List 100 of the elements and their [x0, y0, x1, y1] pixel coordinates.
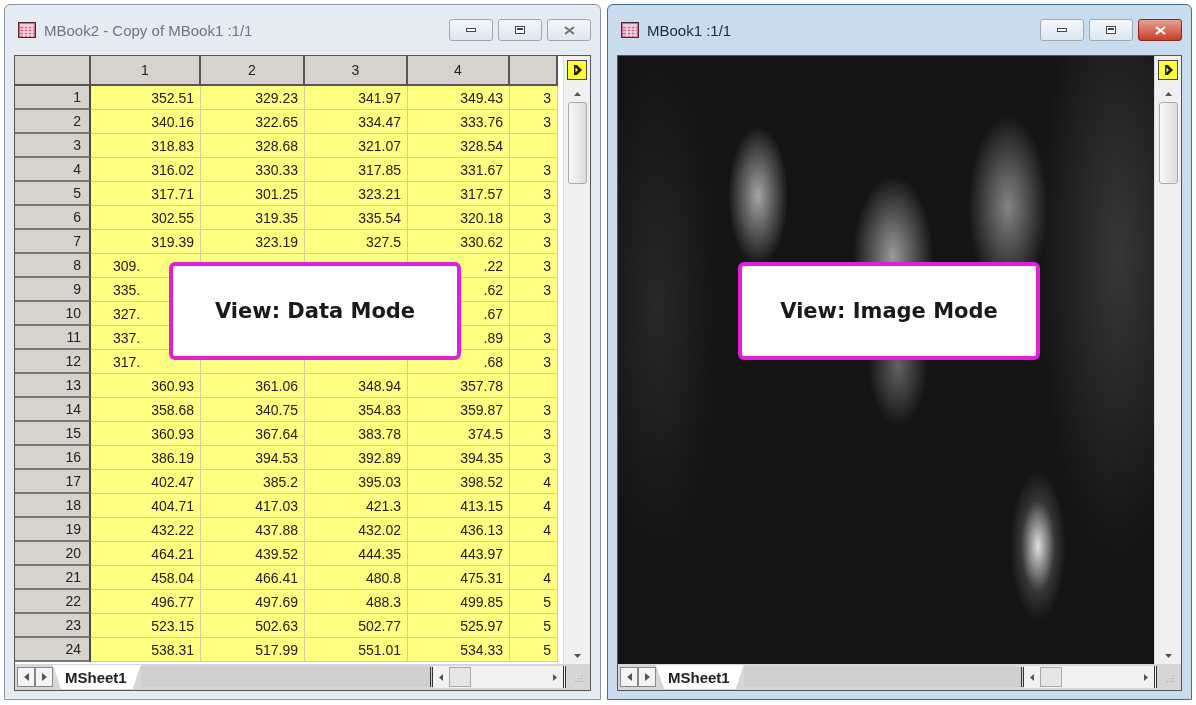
table-cell: 340.16	[91, 110, 201, 134]
down-arrow-icon	[1164, 654, 1172, 658]
horizontal-scrollbar[interactable]	[1024, 666, 1157, 688]
table-cell: 464.21	[91, 542, 201, 566]
right-arrow-icon	[1144, 673, 1148, 681]
row-header[interactable]: 17	[15, 470, 91, 494]
previous-sheet-button[interactable]	[17, 667, 35, 687]
vertical-scrollbar[interactable]	[563, 56, 590, 664]
table-cell: 437.88	[201, 518, 305, 542]
row-header[interactable]: 2	[15, 110, 91, 134]
size-grip-icon	[573, 672, 583, 682]
column-header[interactable]: 1	[91, 56, 201, 86]
down-arrow-icon	[573, 654, 581, 658]
row-header[interactable]: 13	[15, 374, 91, 398]
table-cell	[510, 542, 558, 566]
scroll-thumb[interactable]	[567, 102, 587, 184]
table-cell: 327.5	[305, 230, 408, 254]
table-cell: 317.85	[305, 158, 408, 182]
table-cell: 3	[510, 278, 558, 302]
table-cell: 354.83	[305, 398, 408, 422]
table-cell: 496.77	[91, 590, 201, 614]
row-header[interactable]: 4	[15, 158, 91, 182]
horizontal-scrollbar[interactable]	[433, 666, 566, 688]
next-sheet-button[interactable]	[35, 667, 53, 687]
column-header[interactable]: 2	[201, 56, 305, 86]
table-cell	[510, 302, 558, 326]
play-icon	[571, 64, 583, 76]
minimize-button[interactable]	[449, 19, 493, 41]
table-cell: 432.22	[91, 518, 201, 542]
table-cell: 317.71	[91, 182, 201, 206]
row-header[interactable]: 12	[15, 350, 91, 374]
row-header[interactable]: 5	[15, 182, 91, 206]
column-header[interactable]: 3	[305, 56, 408, 86]
sheet-tab[interactable]: MSheet1	[656, 665, 744, 689]
table-cell: 523.15	[91, 614, 201, 638]
left-arrow-icon	[626, 673, 632, 681]
row-header[interactable]: 1	[15, 86, 91, 110]
table-cell: 395.03	[305, 470, 408, 494]
size-grip-icon	[1164, 672, 1174, 682]
row-header[interactable]: 16	[15, 446, 91, 470]
next-sheet-button[interactable]	[638, 667, 656, 687]
scroll-thumb[interactable]	[1158, 102, 1178, 184]
table-cell: 352.51	[91, 86, 201, 110]
table-cell: 341.97	[305, 86, 408, 110]
table-cell: 394.53	[201, 446, 305, 470]
row-header[interactable]: 21	[15, 566, 91, 590]
table-cell: 302.55	[91, 206, 201, 230]
table-cell: 392.89	[305, 446, 408, 470]
table-cell: 357.78	[408, 374, 510, 398]
close-button[interactable]	[1138, 19, 1182, 41]
table-cell: 385.2	[201, 470, 305, 494]
table-cell: 360.93	[91, 374, 201, 398]
data-button[interactable]	[567, 60, 587, 80]
close-icon	[563, 25, 575, 35]
table-cell: 475.31	[408, 566, 510, 590]
maximize-icon	[1106, 26, 1116, 34]
row-header[interactable]: 23	[15, 614, 91, 638]
minimize-button[interactable]	[1040, 19, 1084, 41]
table-cell: 3	[510, 86, 558, 110]
data-button[interactable]	[1158, 60, 1178, 80]
table-cell	[510, 134, 558, 158]
table-cell: 3	[510, 254, 558, 278]
previous-sheet-button[interactable]	[620, 667, 638, 687]
table-cell: 3	[510, 110, 558, 134]
row-header[interactable]: 14	[15, 398, 91, 422]
scroll-thumb[interactable]	[1040, 667, 1062, 687]
sheet-tab[interactable]: MSheet1	[53, 665, 141, 689]
up-arrow-icon	[1164, 92, 1172, 96]
table-cell: 551.01	[305, 638, 408, 662]
column-header[interactable]	[510, 56, 558, 86]
table-cell: 394.35	[408, 446, 510, 470]
row-header[interactable]: 9	[15, 278, 91, 302]
row-header[interactable]: 20	[15, 542, 91, 566]
table-cell: 5	[510, 590, 558, 614]
table-cell: 386.19	[91, 446, 201, 470]
column-header[interactable]: 4	[408, 56, 510, 86]
row-header[interactable]: 7	[15, 230, 91, 254]
maximize-button[interactable]	[498, 19, 542, 41]
table-cell: 3	[510, 350, 558, 374]
row-header[interactable]: 3	[15, 134, 91, 158]
row-header[interactable]: 24	[15, 638, 91, 662]
row-header[interactable]: 11	[15, 326, 91, 350]
row-header[interactable]: 6	[15, 206, 91, 230]
table-cell: 4	[510, 494, 558, 518]
row-header[interactable]: 18	[15, 494, 91, 518]
table-cell: 334.47	[305, 110, 408, 134]
row-header[interactable]: 19	[15, 518, 91, 542]
vertical-scrollbar[interactable]	[1154, 56, 1181, 664]
row-header[interactable]: 10	[15, 302, 91, 326]
table-cell: 4	[510, 518, 558, 542]
table-cell: 480.8	[305, 566, 408, 590]
row-header[interactable]: 22	[15, 590, 91, 614]
maximize-button[interactable]	[1089, 19, 1133, 41]
table-cell: 436.13	[408, 518, 510, 542]
scroll-thumb[interactable]	[449, 667, 471, 687]
table-cell: 3	[510, 182, 558, 206]
row-header[interactable]: 15	[15, 422, 91, 446]
close-button[interactable]	[547, 19, 591, 41]
table-cell: 538.31	[91, 638, 201, 662]
row-header[interactable]: 8	[15, 254, 91, 278]
